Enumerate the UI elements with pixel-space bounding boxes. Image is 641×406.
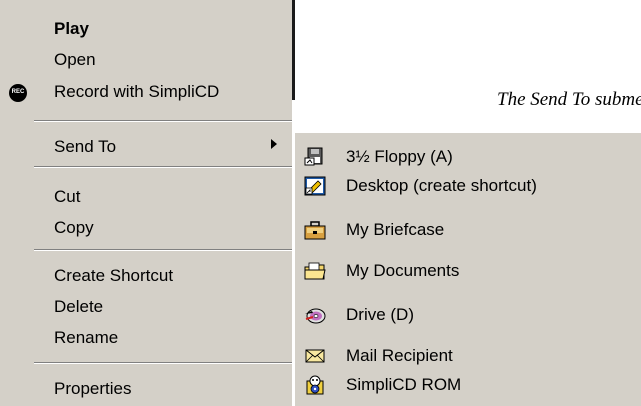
menu-border: [292, 0, 295, 100]
menu-item-record-with-simplicd[interactable]: Record with SimpliCD: [54, 81, 219, 103]
menu-separator: [34, 249, 292, 251]
menu-separator: [34, 362, 292, 364]
submenu-item-mail-recipient[interactable]: Mail Recipient: [346, 345, 453, 367]
record-icon: REC: [9, 84, 27, 102]
menu-separator: [34, 120, 292, 122]
floppy-icon: [304, 147, 323, 166]
envelope-icon: [305, 349, 325, 363]
context-menu: [0, 0, 292, 406]
submenu-item-floppy[interactable]: 3½ Floppy (A): [346, 146, 453, 168]
submenu-arrow-icon: [271, 139, 277, 149]
menu-item-properties[interactable]: Properties: [54, 378, 131, 400]
menu-item-rename[interactable]: Rename: [54, 327, 118, 349]
simplicd-icon: [306, 375, 324, 395]
menu-item-cut[interactable]: Cut: [54, 186, 80, 208]
submenu-item-briefcase[interactable]: My Briefcase: [346, 219, 444, 241]
menu-item-play[interactable]: Play: [54, 18, 89, 40]
submenu-item-desktop[interactable]: Desktop (create shortcut): [346, 175, 537, 197]
figure-caption: The Send To submenu: [497, 89, 641, 110]
submenu-item-simplicd-rom[interactable]: SimpliCD ROM: [346, 374, 461, 396]
desktop-shortcut-icon: [304, 176, 326, 196]
menu-separator: [34, 166, 292, 168]
briefcase-icon: [304, 221, 326, 240]
menu-item-copy[interactable]: Copy: [54, 217, 94, 239]
cd-drive-icon: [305, 308, 326, 324]
submenu-item-my-documents[interactable]: My Documents: [346, 260, 459, 282]
submenu-item-drive-d[interactable]: Drive (D): [346, 304, 414, 326]
menu-item-open[interactable]: Open: [54, 49, 96, 71]
folder-icon: [304, 262, 326, 280]
record-icon-label: REC: [11, 89, 25, 95]
menu-item-create-shortcut[interactable]: Create Shortcut: [54, 265, 173, 287]
menu-item-delete[interactable]: Delete: [54, 296, 103, 318]
menu-item-send-to[interactable]: Send To: [54, 136, 116, 158]
